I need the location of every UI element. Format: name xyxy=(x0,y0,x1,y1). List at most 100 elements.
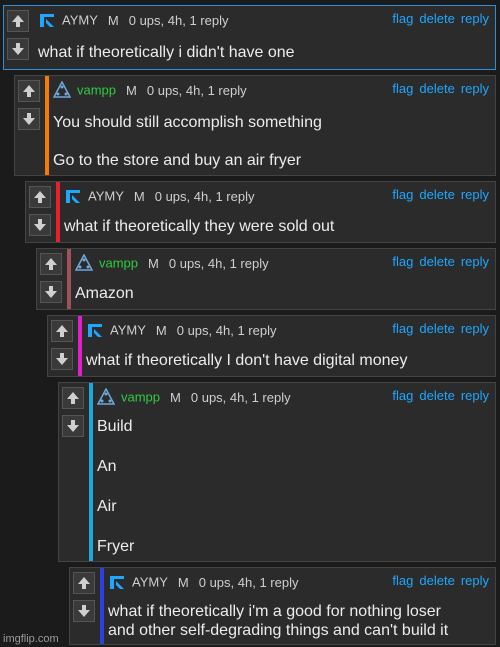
arrow-down-icon xyxy=(67,420,79,432)
upvote-button[interactable] xyxy=(40,253,62,275)
username[interactable]: vampp xyxy=(121,390,160,405)
downvote-button[interactable] xyxy=(51,348,73,370)
comment-text: what if theoretically they were sold out xyxy=(64,217,491,236)
comment-text: Amazon xyxy=(75,284,491,303)
reply-link[interactable]: reply xyxy=(461,11,489,26)
comment-text: what if theoretically i'm a good for not… xyxy=(108,602,491,640)
flag-link[interactable]: flag xyxy=(392,187,413,202)
delete-link[interactable]: delete xyxy=(419,573,454,588)
flag-link[interactable]: flag xyxy=(392,573,413,588)
arrow-up-icon xyxy=(67,392,79,404)
mod-badge: M xyxy=(133,188,145,204)
vampp-avatar-icon[interactable] xyxy=(53,81,71,99)
upvote-button[interactable] xyxy=(18,80,40,102)
upvote-button[interactable] xyxy=(51,320,73,342)
comment-line: what if theoretically they were sold out xyxy=(64,218,335,235)
downvote-button[interactable] xyxy=(62,415,84,437)
comment-line: An xyxy=(97,458,117,475)
upvote-button[interactable] xyxy=(73,572,95,594)
thread-bar xyxy=(67,249,71,309)
arrow-up-icon xyxy=(34,191,46,203)
comment-meta: vampp M 0 ups, 4h, 1 reply flag delete reply xyxy=(75,254,491,272)
flag-link[interactable]: flag xyxy=(392,321,413,336)
comment-actions: flag delete reply xyxy=(386,254,489,269)
username[interactable]: AYMY xyxy=(88,189,124,204)
comment-line: Fryer xyxy=(97,538,135,555)
vote-controls xyxy=(70,568,98,644)
vote-controls xyxy=(37,249,65,309)
reply-link[interactable]: reply xyxy=(461,388,489,403)
delete-link[interactable]: delete xyxy=(419,81,454,96)
reply-link[interactable]: reply xyxy=(461,321,489,336)
downvote-button[interactable] xyxy=(73,600,95,622)
username[interactable]: vampp xyxy=(77,83,116,98)
reply-link[interactable]: reply xyxy=(461,187,489,202)
username[interactable]: vampp xyxy=(99,256,138,271)
imgflip-watermark: imgflip.com xyxy=(3,633,59,645)
arrow-down-icon xyxy=(56,353,68,365)
comment-stats: 0 ups, 4h, 1 reply xyxy=(190,389,291,405)
flag-link[interactable]: flag xyxy=(392,254,413,269)
mod-badge: M xyxy=(126,82,137,98)
comment-stats: 0 ups, 4h, 1 reply xyxy=(146,82,247,98)
comment-line: Amazon xyxy=(75,285,134,302)
upvote-button[interactable] xyxy=(7,10,29,32)
comment-actions: flag delete reply xyxy=(386,388,489,403)
reply-link[interactable]: reply xyxy=(461,81,489,96)
arrow-up-icon xyxy=(23,85,35,97)
comment-actions: flag delete reply xyxy=(386,573,489,588)
username[interactable]: AYMY xyxy=(62,13,98,28)
reply-link[interactable]: reply xyxy=(461,573,489,588)
comment-line: Build xyxy=(97,418,133,435)
thread-bar xyxy=(89,383,93,561)
delete-link[interactable]: delete xyxy=(419,187,454,202)
arrow-down-icon xyxy=(34,219,46,231)
username[interactable]: AYMY xyxy=(132,575,168,590)
comment-2: vampp M 0 ups, 4h, 1 reply flag delete reply… xyxy=(14,75,496,176)
downvote-button[interactable] xyxy=(18,108,40,130)
flag-link[interactable]: flag xyxy=(392,81,413,96)
comment-3: AYMY M 0 ups, 4h, 1 reply flag delete reply … xyxy=(25,181,496,243)
comment-stats: 0 ups, 4h, 1 reply xyxy=(176,322,277,338)
arrow-down-icon xyxy=(78,605,90,617)
vampp-avatar-icon[interactable] xyxy=(97,388,115,406)
aymy-avatar-icon[interactable] xyxy=(64,187,82,205)
comment-actions: flag delete reply xyxy=(386,11,489,26)
comment-line: what if theoretically i'm a good for not… xyxy=(108,603,442,620)
comment-text: Build An Air Fryer xyxy=(97,417,491,556)
mod-badge: M xyxy=(170,389,181,405)
upvote-button[interactable] xyxy=(29,186,51,208)
comment-7: AYMY M 0 ups, 4h, 1 reply flag delete reply … xyxy=(69,567,496,645)
thread-bar xyxy=(100,568,104,644)
comment-stats: 0 ups, 4h, 1 reply xyxy=(168,255,269,271)
delete-link[interactable]: delete xyxy=(419,254,454,269)
comment-6: vampp M 0 ups, 4h, 1 reply flag delete reply… xyxy=(58,382,496,562)
downvote-button[interactable] xyxy=(7,38,29,60)
mod-badge: M xyxy=(107,12,119,28)
arrow-up-icon xyxy=(45,258,57,270)
comment-stats: 0 ups, 4h, 1 reply xyxy=(198,574,299,590)
thread-bar xyxy=(78,316,82,376)
comment-stats: 0 ups, 4h, 1 reply xyxy=(154,188,255,204)
vote-controls xyxy=(48,316,76,376)
comment-actions: flag delete reply xyxy=(386,321,489,336)
comment-meta: AYMY M 0 ups, 4h, 1 reply flag delete reply xyxy=(64,187,491,205)
upvote-button[interactable] xyxy=(62,387,84,409)
comment-text: what if theoretically I don't have digit… xyxy=(86,351,491,370)
aymy-avatar-icon[interactable] xyxy=(108,573,126,591)
downvote-button[interactable] xyxy=(40,281,62,303)
flag-link[interactable]: flag xyxy=(392,11,413,26)
delete-link[interactable]: delete xyxy=(419,321,454,336)
aymy-avatar-icon[interactable] xyxy=(38,11,56,29)
aymy-avatar-icon[interactable] xyxy=(86,321,104,339)
comment-line: and other self-degrading things and can'… xyxy=(108,622,449,639)
flag-link[interactable]: flag xyxy=(392,388,413,403)
reply-link[interactable]: reply xyxy=(461,254,489,269)
downvote-button[interactable] xyxy=(29,214,51,236)
delete-link[interactable]: delete xyxy=(419,388,454,403)
delete-link[interactable]: delete xyxy=(419,11,454,26)
arrow-down-icon xyxy=(45,286,57,298)
comment-meta: AYMY M 0 ups, 4h, 1 reply flag delete reply xyxy=(38,11,491,29)
vampp-avatar-icon[interactable] xyxy=(75,254,93,272)
username[interactable]: AYMY xyxy=(110,323,146,338)
